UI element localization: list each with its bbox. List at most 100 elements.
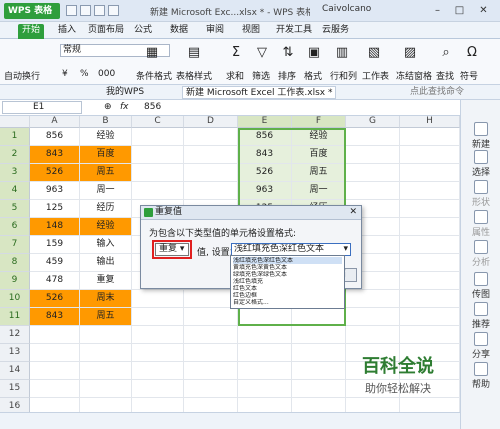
grid-cell[interactable]: 重复 [80,272,132,290]
grid-cell[interactable] [80,362,132,380]
tab-data[interactable]: 数据 [170,24,188,39]
format-option[interactable]: 红色文本 [233,285,342,292]
save-icon[interactable] [66,5,77,16]
tab-developer[interactable]: 开发工具 [276,24,312,39]
column-header-f[interactable]: F [292,116,346,128]
format-icon[interactable]: ▣ [306,45,322,61]
zoom-icon[interactable]: ⊕ [104,102,112,112]
rows-cols-button[interactable]: 行和列 [330,69,357,82]
column-header-h[interactable]: H [400,116,460,128]
grid-cell[interactable]: 经验 [292,128,346,146]
row-header[interactable]: 8 [0,254,30,272]
grid-cell[interactable] [400,290,460,308]
grid-cell[interactable]: 125 [30,200,80,218]
panel-recommend[interactable]: 推荐 [461,302,500,330]
conditional-format-icon[interactable]: ▦ [144,45,160,61]
filter-button[interactable]: 筛选 [252,69,270,82]
column-header-d[interactable]: D [184,116,238,128]
grid-cell[interactable]: 148 [30,218,80,236]
grid-cell[interactable] [346,182,400,200]
grid-cell[interactable]: 周五 [80,308,132,326]
grid-cell[interactable] [184,182,238,200]
grid-cell[interactable]: 经验 [80,128,132,146]
grid-cell[interactable] [400,182,460,200]
grid-cell[interactable] [132,398,184,412]
grid-cell[interactable] [346,164,400,182]
dialog-close-icon[interactable]: ✕ [349,206,357,219]
grid-cell[interactable] [184,362,238,380]
grid-cell[interactable]: 输入 [80,236,132,254]
grid-cell[interactable]: 百度 [80,146,132,164]
grid-cell[interactable] [400,254,460,272]
grid-cell[interactable] [346,326,400,344]
maximize-icon[interactable]: □ [452,3,467,18]
grid-cell[interactable]: 459 [30,254,80,272]
panel-property[interactable]: 属性 [461,210,500,238]
panel-shape[interactable]: 形状 [461,180,500,208]
tab-review[interactable]: 审阅 [206,24,224,39]
grid-cell[interactable] [184,128,238,146]
worksheet-button[interactable]: 工作表 [362,69,389,82]
column-header-b[interactable]: B [80,116,132,128]
row-header[interactable]: 11 [0,308,30,326]
grid-cell[interactable] [400,128,460,146]
grid-cell[interactable] [292,398,346,412]
grid-cell[interactable] [400,272,460,290]
table-style-button[interactable]: 表格样式 [176,69,212,82]
tab-home[interactable]: 开始 [18,24,45,39]
grid-cell[interactable] [184,326,238,344]
grid-cell[interactable] [132,182,184,200]
format-option[interactable]: 自定义格式... [233,299,342,306]
freeze-panes-button[interactable]: 冻结窗格 [396,69,432,82]
grid-cell[interactable] [400,218,460,236]
grid-cell[interactable] [346,398,400,412]
filter-icon[interactable]: ▽ [254,45,270,61]
column-header-a[interactable]: A [30,116,80,128]
grid-cell[interactable] [346,290,400,308]
grid-cell[interactable] [132,290,184,308]
grid-cell[interactable] [400,146,460,164]
command-search[interactable]: 点此查找命令 [410,86,464,99]
grid-cell[interactable]: 526 [238,164,292,182]
dialog-titlebar[interactable]: 重复值 ✕ [141,206,361,220]
row-header[interactable]: 6 [0,218,30,236]
grid-cell[interactable]: 526 [30,290,80,308]
table-style-icon[interactable]: ▤ [186,45,202,61]
grid-cell[interactable] [30,380,80,398]
panel-help[interactable]: 帮助 [461,362,500,390]
conditional-format-button[interactable]: 条件格式 [136,69,172,82]
grid-cell[interactable] [400,236,460,254]
panel-upload-image[interactable]: 传图 [461,272,500,300]
tab-view[interactable]: 视图 [242,24,260,39]
grid-cell[interactable] [132,164,184,182]
symbol-icon[interactable]: Ω [464,45,480,61]
grid-cell[interactable]: 843 [30,146,80,164]
grid-cell[interactable] [184,146,238,164]
tab-workbook[interactable]: 新建 Microsoft Excel 工作表.xlsx * [182,86,337,99]
grid-cell[interactable] [184,398,238,412]
row-header[interactable]: 3 [0,164,30,182]
grid-cell[interactable]: 周五 [80,164,132,182]
row-header[interactable]: 12 [0,326,30,344]
grid-cell[interactable] [238,326,292,344]
print-icon[interactable] [80,5,91,16]
grid-cell[interactable]: 526 [30,164,80,182]
tab-page-layout[interactable]: 页面布局 [88,24,124,39]
tab-formulas[interactable]: 公式 [134,24,152,39]
grid-cell[interactable] [400,308,460,326]
grid-cell[interactable] [184,380,238,398]
grid-cell[interactable] [80,344,132,362]
grid-cell[interactable] [132,362,184,380]
grid-cell[interactable] [292,326,346,344]
grid-cell[interactable] [132,128,184,146]
row-header[interactable]: 1 [0,128,30,146]
grid-cell[interactable]: 843 [30,308,80,326]
column-header-c[interactable]: C [132,116,184,128]
grid-cell[interactable] [400,326,460,344]
grid-cell[interactable]: 856 [238,128,292,146]
grid-cell[interactable] [346,128,400,146]
grid-cell[interactable] [132,308,184,326]
percent-button[interactable]: % [80,69,89,79]
grid-cell[interactable] [132,380,184,398]
grid-cell[interactable] [400,200,460,218]
